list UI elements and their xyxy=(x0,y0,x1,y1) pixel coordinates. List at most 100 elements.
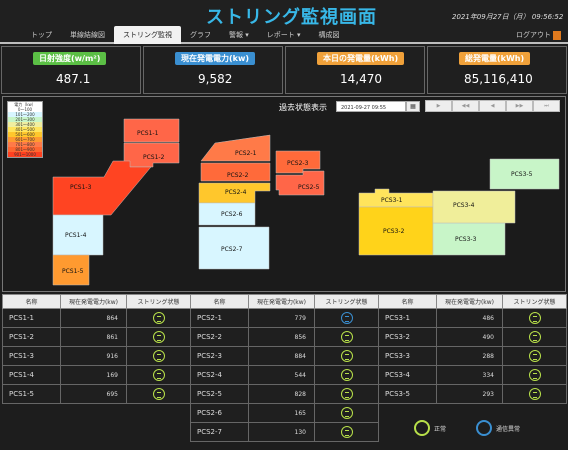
table-row[interactable]: PCS3-4 334 xyxy=(378,365,567,385)
pcs2-3-label: PCS2-3 xyxy=(287,160,309,167)
status-ok-icon[interactable] xyxy=(340,407,353,419)
rewind-button[interactable]: ◀ xyxy=(479,100,506,112)
pcs2-1-area[interactable] xyxy=(200,134,271,162)
play-button[interactable]: ▶ xyxy=(425,100,452,112)
status-ok-icon[interactable] xyxy=(528,388,541,400)
table-row[interactable]: PCS1-5 695 xyxy=(2,384,191,404)
status-ok-icon[interactable] xyxy=(152,312,165,324)
pcs-power-cell: 864 xyxy=(60,308,127,328)
status-ok-icon[interactable] xyxy=(152,369,165,381)
pcs-status-cell[interactable] xyxy=(314,384,379,404)
pcs-name-cell: PCS1-3 xyxy=(2,346,61,366)
pcs-status-cell[interactable] xyxy=(314,346,379,366)
calendar-icon[interactable]: ▦ xyxy=(406,101,420,112)
status-ok-icon[interactable] xyxy=(152,388,165,400)
status-ok-icon[interactable] xyxy=(340,388,353,400)
past-datetime-input[interactable]: 2021-09-27 09:55 xyxy=(336,101,406,112)
pcs-status-cell[interactable] xyxy=(502,346,567,366)
status-ok-label: 正常 xyxy=(434,425,447,433)
pcs-power-cell: 334 xyxy=(436,365,503,385)
skip-end-button[interactable]: ⏭ xyxy=(533,100,560,112)
pcs-status-cell[interactable] xyxy=(502,308,567,328)
pcs-status-cell[interactable] xyxy=(126,308,191,328)
pcs-status-cell[interactable] xyxy=(502,327,567,347)
pcs3-1-label: PCS3-1 xyxy=(381,197,403,204)
pcs2-1-label: PCS2-1 xyxy=(235,150,257,157)
pcs1-3-area[interactable] xyxy=(52,160,152,216)
table-row[interactable]: PCS3-1 486 xyxy=(378,308,567,328)
pcs-power-cell: 828 xyxy=(248,384,315,404)
pcs-status-cell[interactable] xyxy=(126,365,191,385)
pcs-status-cell[interactable] xyxy=(314,327,379,347)
status-ok-icon[interactable] xyxy=(528,331,541,343)
nav-graph[interactable]: グラフ xyxy=(181,26,220,44)
status-ok-icon[interactable] xyxy=(340,369,353,381)
nav-single-line-diagram[interactable]: 単線結線図 xyxy=(61,26,114,44)
pcs3-2-label: PCS3-2 xyxy=(383,228,405,235)
table-row[interactable]: PCS2-2 856 xyxy=(190,327,379,347)
table-row[interactable]: PCS2-5 828 xyxy=(190,384,379,404)
status-ok-icon[interactable] xyxy=(340,331,353,343)
table-row[interactable]: PCS3-5 293 xyxy=(378,384,567,404)
nav-report[interactable]: レポート ▾ xyxy=(258,26,310,44)
table-row[interactable]: PCS1-4 169 xyxy=(2,365,191,385)
table-row[interactable]: PCS3-3 288 xyxy=(378,346,567,366)
pcs2-6-label: PCS2-6 xyxy=(221,211,243,218)
rewind-fast-button[interactable]: ◀◀ xyxy=(452,100,479,112)
pcs-name-cell: PCS3-2 xyxy=(378,327,437,347)
nav-configuration[interactable]: 構成図 xyxy=(310,26,349,44)
table-row[interactable]: PCS1-3 916 xyxy=(2,346,191,366)
pcs-name-cell: PCS1-5 xyxy=(2,384,61,404)
pcs-status-cell[interactable] xyxy=(314,365,379,385)
status-ok-icon[interactable] xyxy=(528,312,541,324)
past-state-label: 過去状態表示 xyxy=(279,103,327,112)
status-ok-icon[interactable] xyxy=(152,350,165,362)
pcs2-table-column: 名称 現在発電電力(kw) ストリング状態 PCS2-1 779 PCS2-2 856… xyxy=(190,294,379,442)
status-ok-icon[interactable] xyxy=(528,369,541,381)
legend-row: 901～1000 xyxy=(8,152,42,157)
pcs-name-cell: PCS2-6 xyxy=(190,403,249,423)
pcs-name-cell: PCS2-2 xyxy=(190,327,249,347)
status-ok-icon[interactable] xyxy=(528,350,541,362)
pcs-power-cell: 779 xyxy=(248,308,315,328)
pcs-status-cell[interactable] xyxy=(314,422,379,442)
table-row[interactable]: PCS2-6 165 xyxy=(190,403,379,423)
nav-alarm[interactable]: 警報 ▾ xyxy=(220,26,258,44)
pcs-status-cell[interactable] xyxy=(126,346,191,366)
th-name: 名称 xyxy=(378,294,437,309)
status-ok-icon[interactable] xyxy=(340,350,353,362)
table-row[interactable]: PCS3-2 490 xyxy=(378,327,567,347)
pcs-name-cell: PCS2-1 xyxy=(190,308,249,328)
logout-label: ログアウト xyxy=(516,31,551,39)
pcs-power-cell: 695 xyxy=(60,384,127,404)
pcs-power-cell: 861 xyxy=(60,327,127,347)
status-ok-icon[interactable] xyxy=(152,331,165,343)
status-legend: 正常 通信異常 xyxy=(414,420,524,436)
pcs-power-cell: 916 xyxy=(60,346,127,366)
pcs2-5-area[interactable] xyxy=(275,170,325,196)
pcs-name-cell: PCS3-4 xyxy=(378,365,437,385)
pcs-name-cell: PCS1-4 xyxy=(2,365,61,385)
table-row[interactable]: PCS2-3 884 xyxy=(190,346,379,366)
pcs-status-cell[interactable] xyxy=(314,308,379,328)
pcs-status-cell[interactable] xyxy=(502,384,567,404)
nav-string-monitor[interactable]: ストリング監視 xyxy=(114,26,181,44)
forward-fast-button[interactable]: ▶▶ xyxy=(506,100,533,112)
table-row[interactable]: PCS2-1 779 xyxy=(190,308,379,328)
table-row[interactable]: PCS1-2 861 xyxy=(2,327,191,347)
pcs-status-cell[interactable] xyxy=(126,384,191,404)
pcs-status-cell[interactable] xyxy=(502,365,567,385)
kpi-current-power-label: 現在発電電力(kw) xyxy=(175,52,256,65)
pcs2-group: PCS2-1 PCS2-2 PCS2-3 PCS2-4 PCS2-5 PCS2-… xyxy=(198,134,325,270)
status-ok-icon[interactable] xyxy=(340,426,353,438)
table-row[interactable]: PCS2-4 544 xyxy=(190,365,379,385)
logout-link[interactable]: ログアウト xyxy=(516,30,561,40)
pcs1-group: PCS1-1 PCS1-2 PCS1-3 PCS1-4 PCS1-5 xyxy=(52,118,180,286)
nav-top[interactable]: トップ xyxy=(22,26,61,44)
table-row[interactable]: PCS2-7 130 xyxy=(190,422,379,442)
status-err-icon[interactable] xyxy=(340,312,353,324)
logout-icon xyxy=(553,30,561,40)
pcs-status-cell[interactable] xyxy=(314,403,379,423)
table-row[interactable]: PCS1-1 864 xyxy=(2,308,191,328)
pcs-status-cell[interactable] xyxy=(126,327,191,347)
